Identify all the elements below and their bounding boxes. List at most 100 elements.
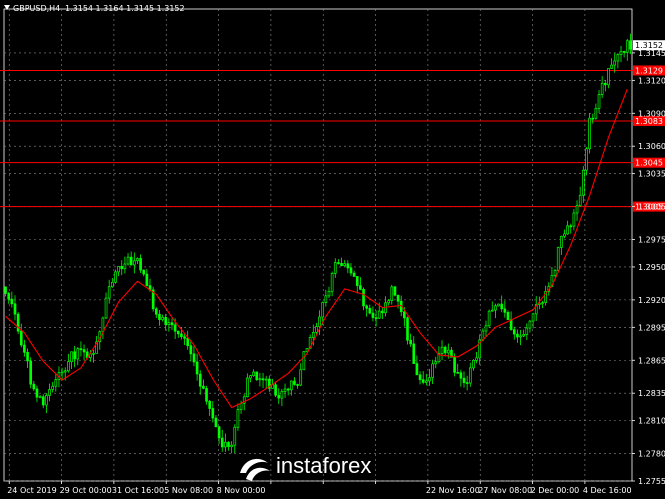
candle-bear xyxy=(205,388,208,402)
current-price-label: 1.3152 xyxy=(635,41,663,50)
candle-bull xyxy=(299,369,303,386)
candle-bull xyxy=(249,375,252,379)
candle-bear xyxy=(456,371,460,374)
candle-bull xyxy=(582,169,585,196)
candle-bear xyxy=(409,339,412,345)
candle-bull xyxy=(425,380,428,383)
candle-bear xyxy=(217,426,221,439)
candle-bull xyxy=(556,247,560,271)
candle-bear xyxy=(189,345,193,355)
candle-bear xyxy=(415,363,419,376)
y-tick-label: 1.2835 xyxy=(638,389,665,398)
x-tick-label: 24 Oct 2019 xyxy=(7,486,56,495)
candle-bear xyxy=(158,313,161,320)
candle-bull xyxy=(123,263,127,270)
candle-bear xyxy=(569,225,573,228)
candle-bear xyxy=(139,258,142,271)
candle-bull xyxy=(318,316,321,327)
candle-bull xyxy=(497,303,500,307)
candle-bull xyxy=(280,391,284,399)
candle-bear xyxy=(19,330,23,346)
candle-bull xyxy=(252,371,255,377)
candle-bear xyxy=(170,322,174,326)
y-tick-label: 1.2780 xyxy=(638,450,665,459)
candle-bear xyxy=(465,382,469,384)
y-tick-label: 1.2975 xyxy=(638,236,665,245)
candle-bull xyxy=(446,349,450,354)
candle-bull xyxy=(45,395,48,406)
candle-bear xyxy=(73,351,76,360)
candle-bull xyxy=(60,371,64,374)
candle-bear xyxy=(164,316,168,325)
candle-bull xyxy=(575,205,579,214)
x-tick-label: 29 Oct 00:00 xyxy=(60,486,112,495)
candle-bear xyxy=(362,288,365,307)
x-tick-label: 2 Dec 00:00 xyxy=(531,486,580,495)
candle-bear xyxy=(274,384,277,396)
candle-bear xyxy=(371,312,375,318)
candle-bull xyxy=(321,302,325,318)
candle-bull xyxy=(613,60,617,66)
candle-bull xyxy=(264,378,268,381)
candle-bull xyxy=(114,271,117,283)
candle-bull xyxy=(104,297,108,319)
candle-bear xyxy=(503,308,507,313)
level-label: 1.3129 xyxy=(635,66,663,75)
candle-bull xyxy=(487,310,491,327)
ohlc-readout: 1.3154 1.3164 1.3145 1.3152 xyxy=(65,4,185,13)
candle-bear xyxy=(41,396,45,406)
candle-bear xyxy=(412,343,416,364)
candle-bear xyxy=(418,374,422,381)
candle-bull xyxy=(572,212,576,227)
candle-bull xyxy=(525,327,529,335)
candle-bull xyxy=(475,357,478,361)
candle-bear xyxy=(183,336,186,339)
candle-bear xyxy=(516,333,519,338)
candle-bear xyxy=(198,373,202,387)
candle-bear xyxy=(10,298,14,305)
candle-bear xyxy=(368,307,372,314)
candle-bear xyxy=(355,276,359,286)
candle-bear xyxy=(293,380,296,385)
candle-bear xyxy=(403,311,406,319)
candle-bear xyxy=(227,441,230,448)
candle-bear xyxy=(129,256,133,266)
candle-bear xyxy=(359,285,362,290)
candle-bear xyxy=(512,329,516,335)
candle-bear xyxy=(4,286,7,294)
candle-bull xyxy=(377,310,381,319)
candle-bull xyxy=(431,363,434,378)
candle-bear xyxy=(393,286,397,296)
candle-bull xyxy=(161,316,164,320)
candle-bear xyxy=(180,333,183,338)
candle-bear xyxy=(186,337,190,347)
candle-bear xyxy=(421,379,425,383)
candle-bear xyxy=(352,272,356,277)
candle-bull xyxy=(167,322,171,325)
price-chart[interactable]: 1.3129 1.3083 1.3045 1.3005 GBPUSD,H4 1.315… xyxy=(0,0,665,499)
y-tick-label: 1.2810 xyxy=(638,417,665,426)
candle-bear xyxy=(381,310,384,314)
candle-bear xyxy=(443,346,447,354)
candle-bull xyxy=(434,361,438,365)
candle-bear xyxy=(82,349,86,353)
x-tick-label: 22 Nov 16:00 xyxy=(426,486,480,495)
symbol-header: GBPUSD,H4 1.3154 1.3164 1.3145 1.3152 xyxy=(4,4,185,13)
y-tick-label: 1.2865 xyxy=(638,356,665,365)
candle-bear xyxy=(176,330,180,335)
candle-bull xyxy=(600,82,604,95)
candle-bull xyxy=(563,233,566,237)
candle-bear xyxy=(406,317,409,341)
candle-bull xyxy=(597,94,601,109)
candle-bear xyxy=(145,273,149,286)
candle-bull xyxy=(494,305,497,311)
candle-bull xyxy=(490,309,494,312)
candle-bull xyxy=(594,107,598,119)
y-tick-label: 1.3090 xyxy=(638,109,665,118)
candle-bear xyxy=(506,312,510,320)
candle-bull xyxy=(484,325,488,332)
x-tick-label: 8 Nov 00:00 xyxy=(217,486,266,495)
x-tick-label: 4 Dec 16:00 xyxy=(583,486,632,495)
candle-bear xyxy=(35,388,39,398)
candle-bull xyxy=(560,235,563,248)
